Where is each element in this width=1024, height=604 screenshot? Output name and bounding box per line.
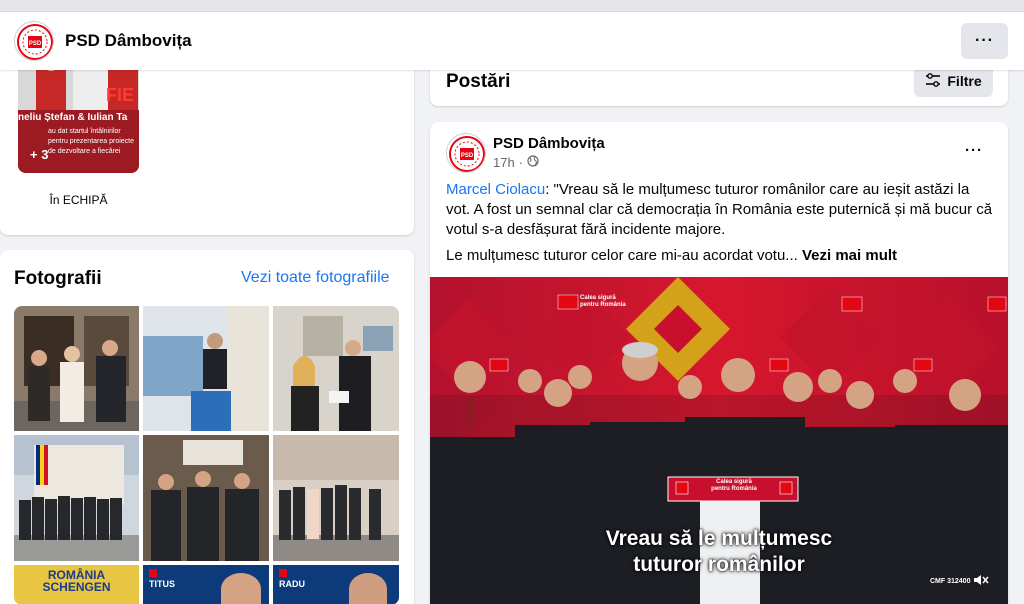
post-text-truncated: Le mulțumesc tuturor celor care mi-au ac… — [446, 247, 798, 264]
post-text-continued: Le mulțumesc tuturor celor care mi-au ac… — [446, 246, 994, 266]
svg-text:PSD: PSD — [29, 41, 42, 47]
posts-title: Postări — [446, 71, 511, 92]
page-title[interactable]: PSD Dâmbovița — [65, 31, 192, 51]
backdrop-banner-text: Calea sigură pentru România — [580, 295, 626, 308]
page-header: PSD PSD Dâmbovița ··· — [0, 12, 1024, 70]
psd-mark — [149, 569, 157, 577]
photo-grid: ROMÂNIA SCHENGEN TITUS RADU — [14, 306, 399, 604]
team-thumbnail[interactable]: FIE neliu Ștefan & Iulian Ta au dat star… — [18, 55, 139, 173]
photos-title: Fotografii — [14, 268, 102, 289]
filter-icon — [925, 72, 941, 90]
post-card: PSD PSD Dâmbovița 17h · ··· Marcel Ciola… — [430, 122, 1008, 604]
team-label[interactable]: În ECHIPĂ — [18, 193, 139, 207]
post-text: Marcel Ciolacu: "Vreau să le mulțumesc t… — [446, 180, 994, 240]
globe-icon — [527, 155, 539, 170]
photo-tile[interactable]: RADU — [273, 565, 399, 604]
page-logo[interactable]: PSD — [14, 21, 54, 61]
see-all-photos-link[interactable]: Vezi toate fotografiile — [241, 269, 390, 287]
thumb-subtext-line3: de dezvoltare a fiecărei — [48, 148, 121, 155]
post-timestamp[interactable]: 17h — [493, 155, 515, 170]
podium-text: Calea sigură pentru România — [692, 479, 776, 493]
separator-dot: · — [518, 155, 524, 170]
video-watermark: CMF 312400 — [930, 578, 971, 585]
mention-link[interactable]: Marcel Ciolacu — [446, 181, 545, 198]
post-more-options-button[interactable]: ··· — [965, 142, 983, 159]
thumb-names-text: neliu Ștefan & Iulian Ta — [18, 112, 128, 123]
post-meta: 17h · — [493, 155, 539, 170]
filter-label: Filtre — [947, 73, 982, 89]
post-author-avatar[interactable]: PSD — [446, 133, 486, 173]
thumb-subtext-line1: au dat startul întâlnirilor — [48, 128, 121, 135]
tile-text-schengen: SCHENGEN — [42, 580, 111, 594]
svg-text:PSD: PSD — [461, 153, 474, 159]
volume-muted-icon[interactable] — [973, 573, 989, 590]
psd-mark — [279, 569, 287, 577]
team-card: FIE neliu Ștefan & Iulian Ta au dat star… — [0, 55, 414, 235]
video-caption-line1: Vreau să le mulțumesc — [605, 527, 833, 550]
post-video[interactable]: Calea sigură pentru România Calea sigură… — [430, 277, 1008, 604]
podium-text-line2: pentru România — [711, 486, 757, 492]
photos-card: Fotografii Vezi toate fotografiile ROMÂN… — [0, 250, 414, 604]
thumb-fie-text: FIE — [106, 85, 135, 105]
podium-text-line1: Calea sigură — [716, 479, 752, 485]
photo-tile[interactable]: ROMÂNIA SCHENGEN — [14, 565, 139, 604]
photo-tile[interactable] — [143, 306, 269, 431]
tile-text-radu: RADU — [279, 579, 305, 589]
thumb-subtext-line2: pentru prezentarea proiecte — [48, 138, 134, 145]
tile-text-titus: TITUS — [149, 579, 175, 589]
photo-tile[interactable] — [273, 306, 399, 431]
thumb-subtext: au dat startul întâlnirilor pentru preze… — [48, 127, 134, 157]
post-author-name[interactable]: PSD Dâmbovița — [493, 135, 605, 152]
photo-tile[interactable] — [14, 435, 139, 561]
see-more-link[interactable]: Vezi mai mult — [802, 247, 897, 264]
photo-tile[interactable] — [273, 435, 399, 561]
more-options-button[interactable]: ··· — [961, 23, 1008, 59]
video-caption-line2: tuturor românilor — [633, 553, 805, 576]
photo-tile[interactable] — [143, 435, 269, 561]
photo-tile[interactable] — [14, 306, 139, 431]
photo-tile[interactable]: TITUS — [143, 565, 269, 604]
top-strip — [0, 0, 1024, 12]
more-members-count: + 3 — [30, 147, 49, 162]
